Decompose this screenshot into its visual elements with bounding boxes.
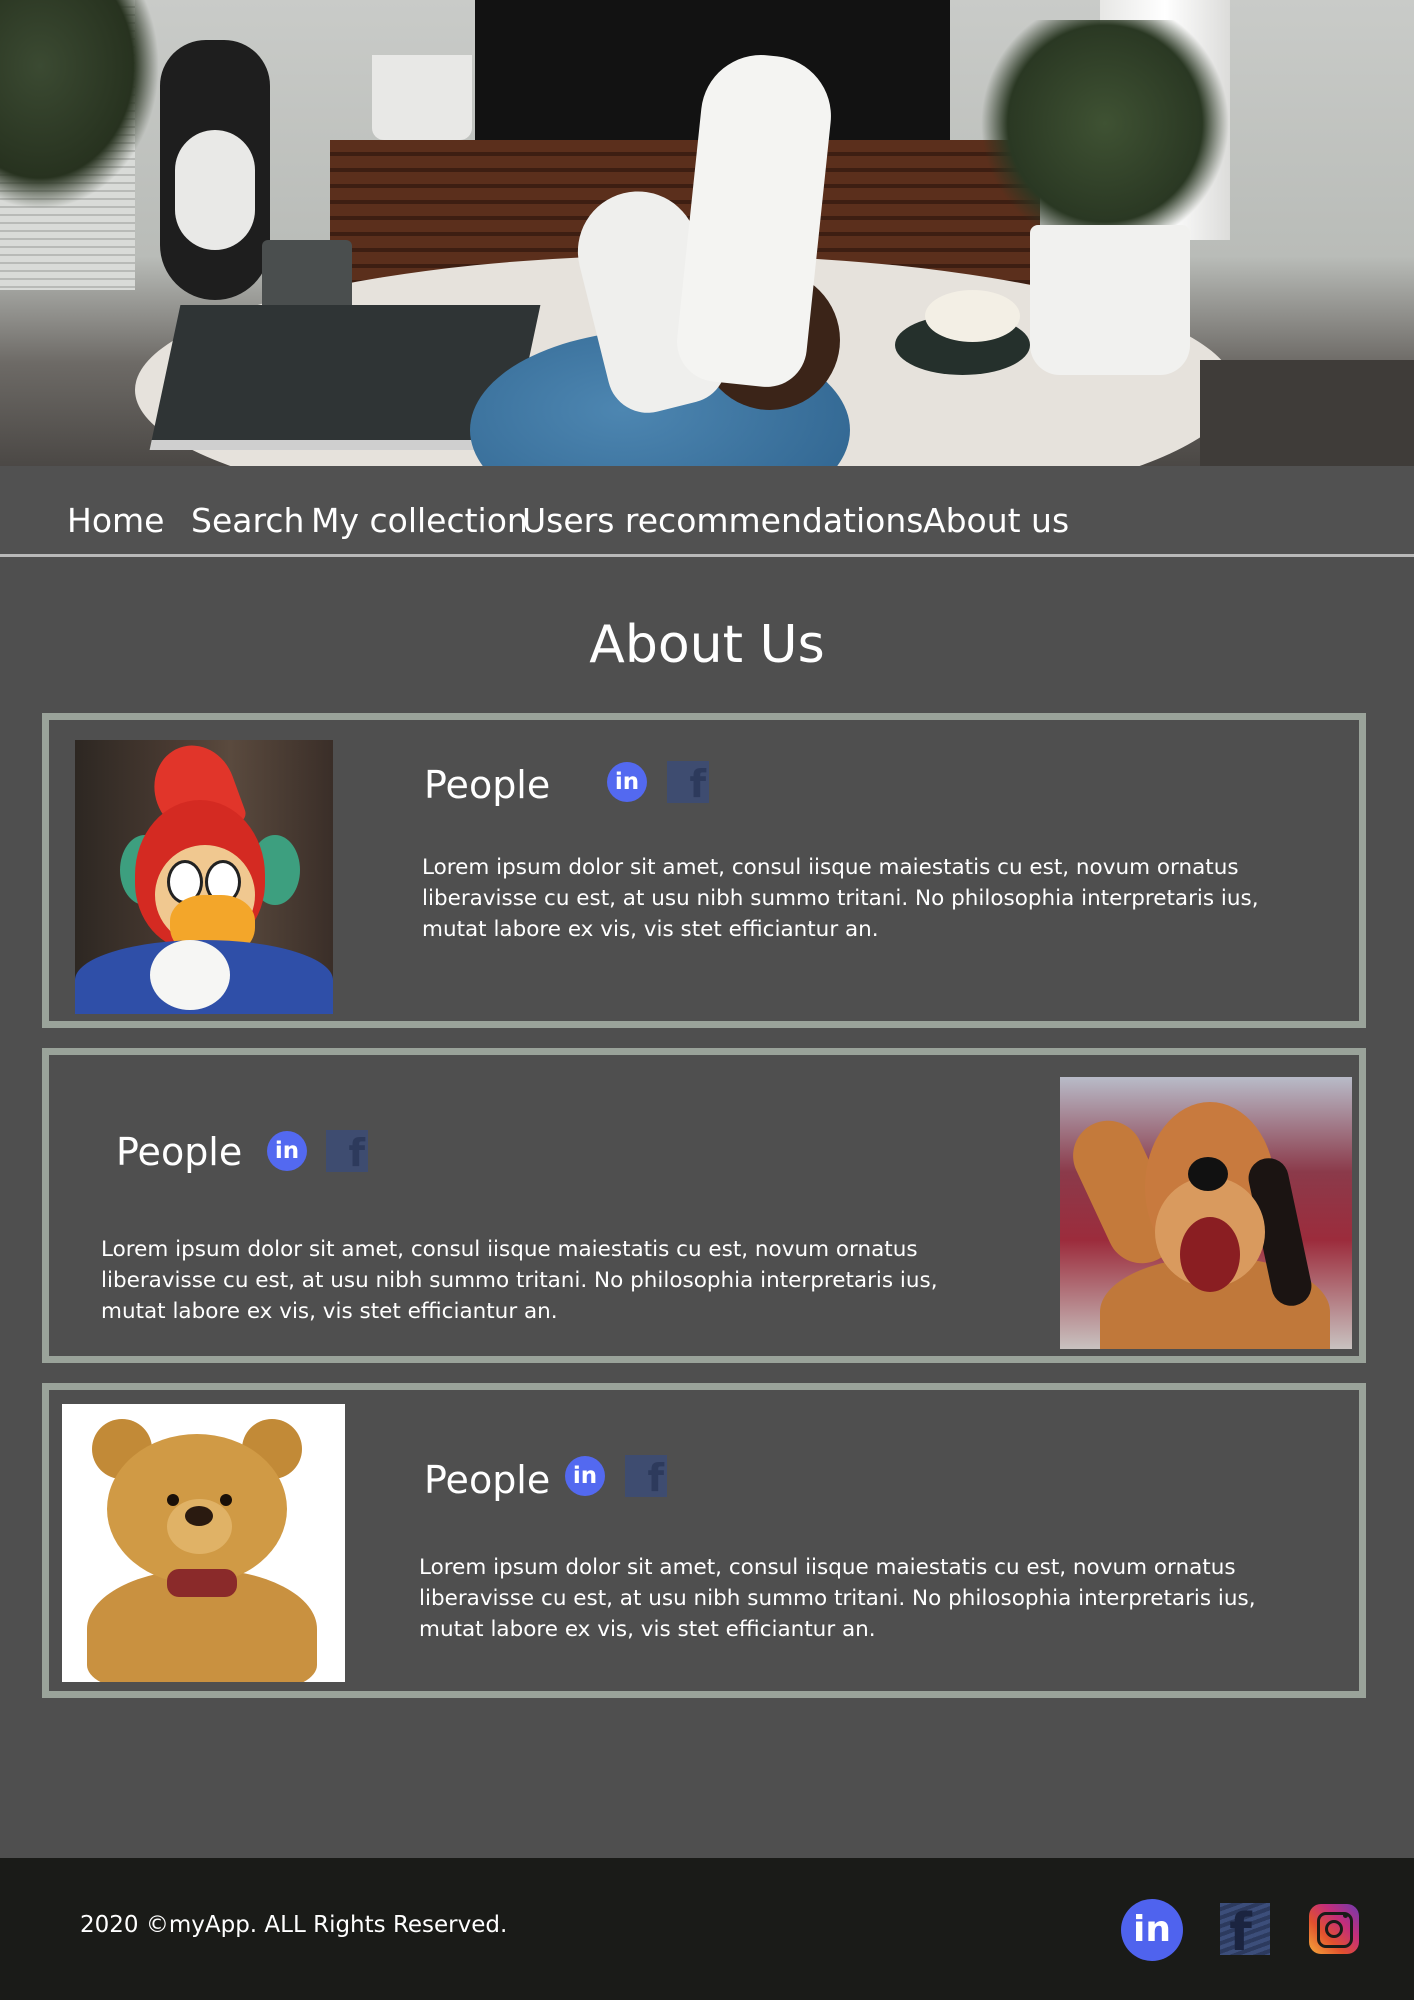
person-name: People: [116, 1130, 243, 1174]
instagram-icon[interactable]: [1309, 1904, 1359, 1954]
person-card: People in f Lorem ipsum dolor sit amet, …: [42, 713, 1366, 1028]
linkedin-icon[interactable]: in: [607, 762, 647, 802]
facebook-icon[interactable]: f: [667, 761, 709, 803]
person-description: Lorem ipsum dolor sit amet, consul iisqu…: [422, 855, 1259, 942]
linkedin-icon[interactable]: in: [267, 1131, 307, 1171]
main-nav: Home Search My collection Users recommen…: [0, 466, 1414, 557]
nav-my-collection[interactable]: My collection: [311, 501, 528, 541]
page-title: About Us: [589, 615, 825, 675]
facebook-icon[interactable]: f: [625, 1455, 667, 1497]
linkedin-icon[interactable]: in: [1121, 1899, 1183, 1961]
footer: 2020 ©myApp. ALL Rights Reserved. in f: [0, 1858, 1414, 2000]
person-name: People: [424, 763, 551, 807]
person-card: People in f Lorem ipsum dolor sit amet, …: [42, 1383, 1366, 1698]
nav-search[interactable]: Search: [191, 501, 304, 541]
person-card: People in f Lorem ipsum dolor sit amet, …: [42, 1048, 1366, 1363]
nav-about-us[interactable]: About us: [923, 501, 1069, 541]
nav-home[interactable]: Home: [67, 501, 164, 541]
person-name: People: [424, 1458, 551, 1502]
hero-image: [0, 0, 1414, 466]
facebook-icon[interactable]: f: [1220, 1903, 1270, 1955]
person-description: Lorem ipsum dolor sit amet, consul iisqu…: [101, 1237, 938, 1324]
copyright-text: 2020 ©myApp. ALL Rights Reserved.: [80, 1912, 508, 1938]
linkedin-icon[interactable]: in: [565, 1456, 605, 1496]
teddy-bear-photo: [62, 1404, 345, 1682]
nav-users-recommendations[interactable]: Users recommendations: [522, 501, 923, 541]
facebook-icon[interactable]: f: [326, 1130, 368, 1172]
dog-mascot-photo: [1060, 1077, 1352, 1349]
person-description: Lorem ipsum dolor sit amet, consul iisqu…: [419, 1555, 1256, 1642]
woodpecker-mascot-photo: [75, 740, 333, 1014]
